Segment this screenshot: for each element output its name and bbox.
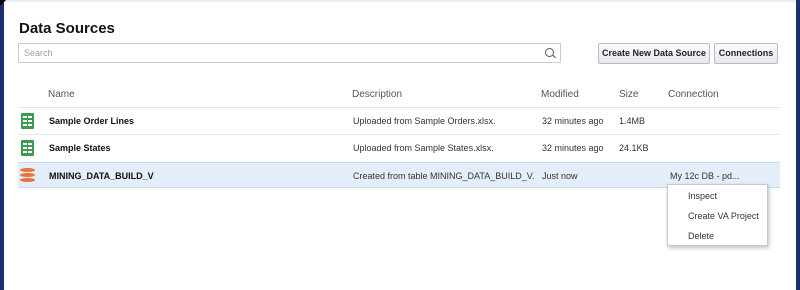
table-row[interactable]: Sample Order Lines Uploaded from Sample …: [18, 108, 780, 134]
search-box[interactable]: [18, 43, 561, 63]
create-new-data-source-button[interactable]: Create New Data Source: [598, 43, 710, 64]
mouse-cursor-icon: [0, 0, 6, 6]
spreadsheet-icon: [21, 140, 34, 156]
column-header-size[interactable]: Size: [619, 89, 638, 100]
window-frame-left: [0, 0, 4, 290]
row-description: Uploaded from Sample Orders.xlsx.: [353, 116, 496, 126]
search-input[interactable]: [24, 46, 534, 60]
menu-item-delete[interactable]: Delete: [688, 231, 714, 241]
window-frame-right: [796, 0, 800, 290]
menu-item-create-va-project[interactable]: Create VA Project: [688, 211, 759, 221]
window-top-edge: [4, 0, 796, 2]
context-menu: Inspect Create VA Project Delete: [667, 184, 768, 246]
search-icon[interactable]: [545, 48, 554, 57]
table-row-selected[interactable]: MINING_DATA_BUILD_V Created from table M…: [18, 162, 780, 188]
row-size: 24.1KB: [619, 143, 649, 153]
column-header-name[interactable]: Name: [48, 89, 75, 100]
row-connection: My 12c DB - pd...: [670, 171, 740, 181]
row-modified: Just now: [542, 171, 578, 181]
row-modified: 32 minutes ago: [542, 143, 604, 153]
page-title: Data Sources: [19, 20, 115, 37]
database-icon: [20, 168, 35, 183]
row-name[interactable]: MINING_DATA_BUILD_V: [49, 171, 154, 181]
column-header-description[interactable]: Description: [352, 89, 402, 100]
column-header-connection[interactable]: Connection: [668, 89, 719, 100]
connections-button[interactable]: Connections: [714, 43, 778, 64]
column-header-modified[interactable]: Modified: [541, 89, 579, 100]
row-modified: 32 minutes ago: [542, 116, 604, 126]
menu-item-inspect[interactable]: Inspect: [688, 191, 717, 201]
table-row[interactable]: Sample States Uploaded from Sample State…: [18, 135, 780, 161]
row-name[interactable]: Sample States: [49, 143, 111, 153]
row-name[interactable]: Sample Order Lines: [49, 116, 134, 126]
row-size: 1.4MB: [619, 116, 646, 126]
row-description: Uploaded from Sample States.xlsx.: [353, 143, 494, 153]
spreadsheet-icon: [21, 113, 34, 129]
row-description: Created from table MINING_DATA_BUILD_V.: [353, 171, 535, 181]
